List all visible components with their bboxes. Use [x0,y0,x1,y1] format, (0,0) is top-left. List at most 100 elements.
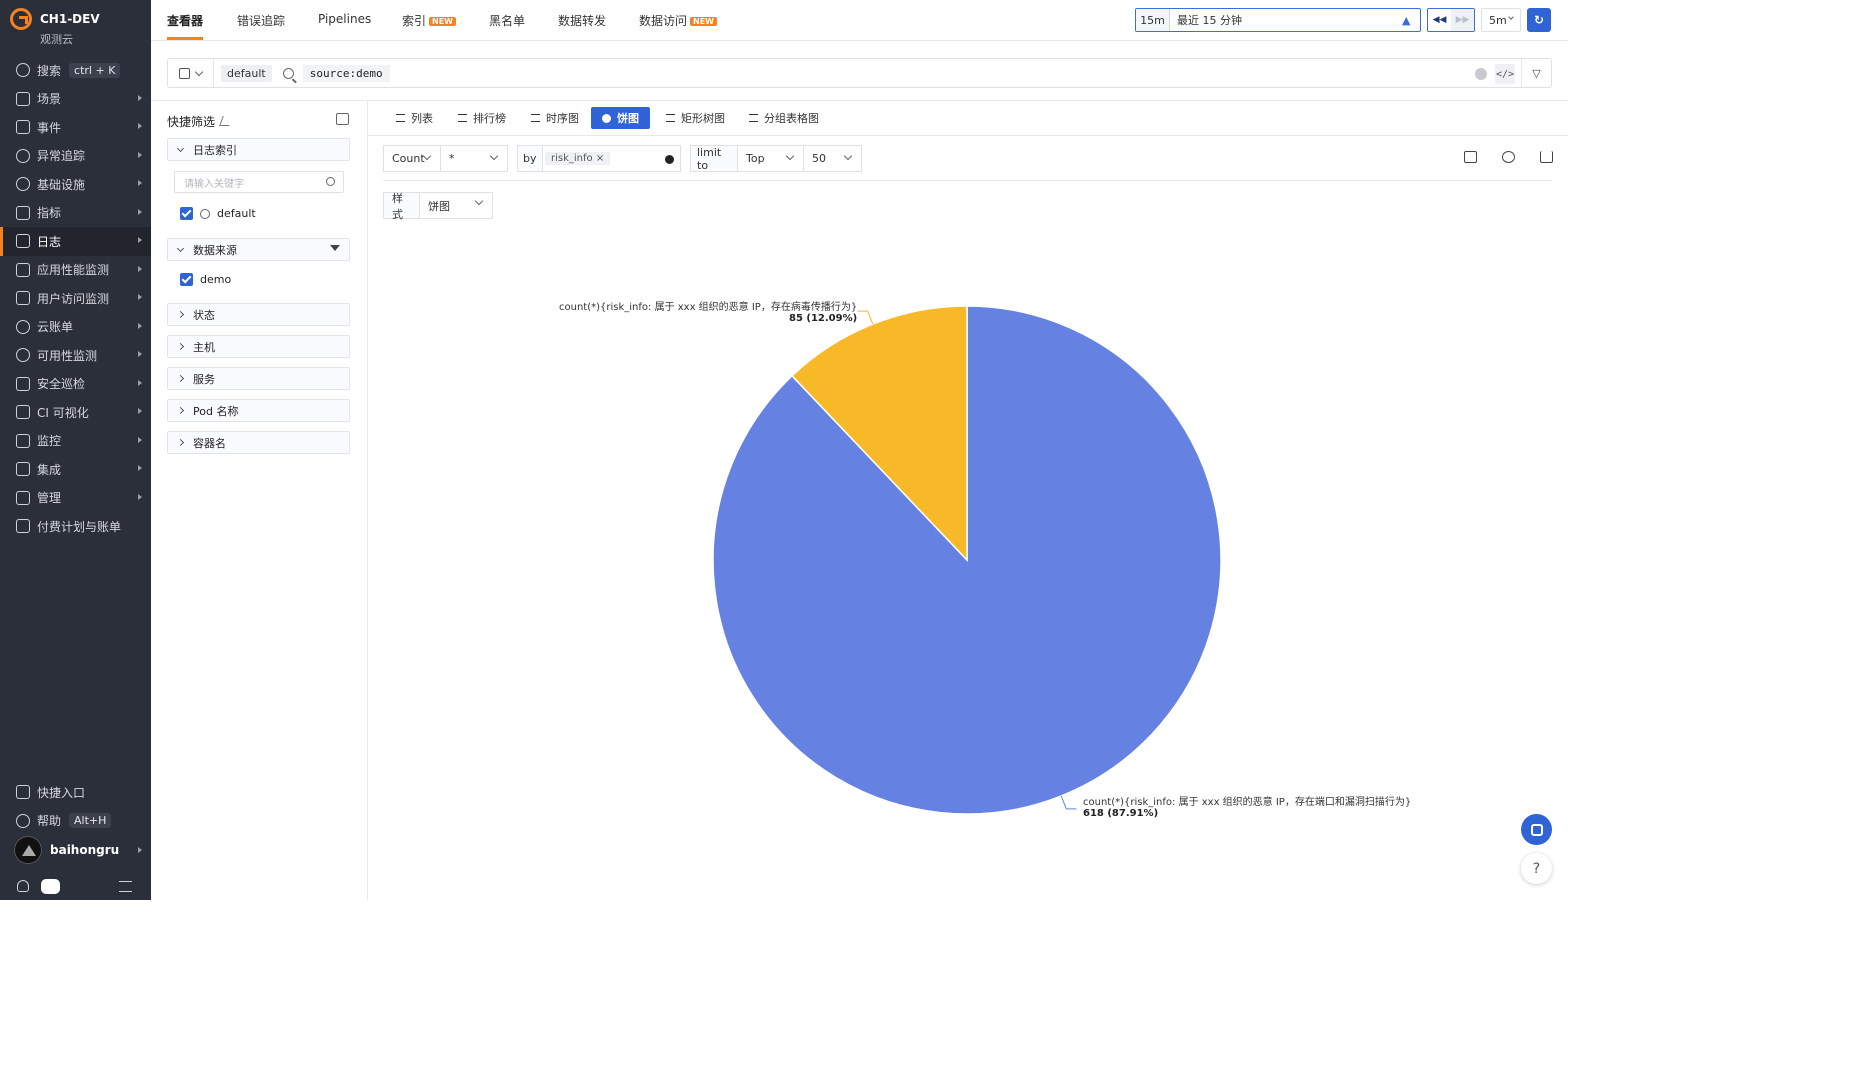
refresh-interval-select[interactable]: 5m [1481,8,1521,32]
filter-group-pod[interactable]: Pod 名称 [167,399,350,422]
help-button[interactable]: ? [1521,853,1552,884]
table-view-icon[interactable] [1464,151,1477,163]
sidebar-item-rum[interactable]: 用户访问监测 [0,284,151,313]
code-toggle-button[interactable]: </> [1495,64,1515,84]
clear-icon[interactable] [665,155,674,164]
filter-group-host[interactable]: 主机 [167,335,350,358]
sidebar-item-apm[interactable]: 应用性能监测 [0,256,151,285]
group-by-tag[interactable]: risk_info × [545,152,611,165]
shortcut-key: K [108,63,116,77]
tab-label: 黑名单 [489,14,526,28]
sidebar-item-billing[interactable]: 付费计划与账单 [0,512,151,541]
slice-label-small: count(*){risk_info: 属于 xxx 组织的恶意 IP，存在病毒… [559,298,857,324]
slice-value-text: 618 (87.91%) [1083,808,1159,819]
edit-icon[interactable] [219,116,233,126]
cloud-icon [16,319,30,334]
sidebar-item-manage[interactable]: 管理 [0,484,151,513]
style-value: 饼图 [428,199,450,213]
chevron-right-icon [176,310,185,319]
tab-group-table[interactable]: 分组表格图 [738,107,830,129]
tab-label: 排行榜 [473,112,506,125]
tab-pie[interactable]: 饼图 [591,107,650,129]
filter-option-default[interactable]: default [180,207,256,220]
tab-label: 时序图 [546,112,579,125]
palette-icon[interactable] [1502,151,1515,163]
filter-settings-button[interactable]: ▽ [1521,59,1551,87]
sidebar-item-events[interactable]: 事件 [0,113,151,142]
tab-list[interactable]: 列表 [385,107,444,129]
tab-label: 数据转发 [558,14,607,28]
user-menu[interactable]: baihongru [14,836,119,864]
sidebar-item-label: 事件 [37,120,62,135]
sidebar-item-ci[interactable]: CI 可视化 [0,398,151,427]
limit-count-select[interactable]: 50 [804,145,862,172]
workspace-switcher[interactable]: CH1-DEV 观测云 [10,8,100,47]
refresh-button[interactable]: ↻ [1527,8,1551,32]
sidebar-item-cloud-bill[interactable]: 云账单 [0,313,151,342]
tab-viewer[interactable]: 查看器 [167,12,204,40]
limit-direction-select[interactable]: Top [738,145,804,172]
tab-data-access[interactable]: 数据访问 NEW [639,12,717,40]
sidebar-item-exception[interactable]: 异常追踪 [0,142,151,171]
filter-group-source[interactable]: 数据来源 [167,238,350,261]
sidebar-item-label: 场景 [37,92,62,107]
help[interactable]: 帮助 Alt+H [0,807,151,836]
collapse-menu-icon[interactable] [119,881,132,892]
list-icon [396,114,405,122]
group-by-input[interactable]: risk_info × [543,145,681,172]
forward-icon[interactable]: ▶▶ [1451,9,1474,31]
field-select[interactable]: * [441,145,508,172]
filter-group-container[interactable]: 容器名 [167,431,350,454]
sidebar-item-metrics[interactable]: 指标 [0,199,151,228]
sidebar-item-logs[interactable]: 日志 [0,227,151,256]
leader-line-1 [857,310,874,325]
sidebar-item-integration[interactable]: 集成 [0,455,151,484]
tab-label: 错误追踪 [237,14,286,28]
filter-option-demo[interactable]: demo [180,273,231,286]
sidebar-item-security[interactable]: 安全巡检 [0,370,151,399]
apm-icon [16,262,30,277]
sidebar-footer [0,874,151,900]
tab-blacklist[interactable]: 黑名单 [489,12,525,40]
panel-title: 快捷筛选 [167,113,233,130]
tab-data-forward[interactable]: 数据转发 [558,12,606,40]
filter-group-service[interactable]: 服务 [167,367,350,390]
checkbox-checked[interactable] [180,273,193,286]
style-select[interactable]: 饼图 [420,192,493,219]
sidebar-item-infra[interactable]: 基础设施 [0,170,151,199]
time-range-picker[interactable]: 15m 最近 15 分钟 ▲ [1135,8,1421,32]
tab-pipelines[interactable]: Pipelines [318,12,371,40]
user-icon[interactable] [17,880,29,892]
index-selector[interactable] [168,59,214,87]
filter-group-index[interactable]: 日志索引 [167,138,350,161]
quick-filter-panel: 快捷筛选 日志索引 请输入关键字 default 数据来源 demo 状态 主机… [151,101,368,900]
checkbox-checked[interactable] [180,207,193,220]
filter-group-status[interactable]: 状态 [167,303,350,326]
tab-timeseries[interactable]: 时序图 [520,107,590,129]
pin-icon[interactable]: ▲ [1402,14,1414,27]
sidebar-item-monitor[interactable]: 监控 [0,427,151,456]
keyword-search-input[interactable]: 请输入关键字 [174,171,344,193]
filter-option-label: default [217,207,256,220]
export-icon[interactable] [1540,151,1553,163]
search-input[interactable]: source:demo [302,64,390,82]
rewind-icon[interactable]: ◀◀ [1428,9,1451,31]
tab-treemap[interactable]: 矩形树图 [655,107,736,129]
quick-entry[interactable]: 快捷入口 [0,778,151,807]
sidebar-item-scene[interactable]: 场景 [0,85,151,114]
tab-index[interactable]: 索引 NEW [402,12,456,40]
collapse-panel-icon[interactable] [336,113,349,125]
filter-clear-icon[interactable] [330,245,340,251]
bot-icon[interactable] [41,879,60,894]
filter-group-label: 主机 [193,340,215,354]
assistant-button[interactable] [1521,814,1552,845]
sidebar-item-availability[interactable]: 可用性监测 [0,341,151,370]
sidebar-item-search[interactable]: 搜索 ctrl + K [0,56,151,85]
tab-toplist[interactable]: 排行榜 [447,107,517,129]
index-pill[interactable]: default [221,64,272,82]
tab-error-tracking[interactable]: 错误追踪 [237,12,285,40]
sidebar-item-label: 云账单 [37,320,74,335]
aggregation-select[interactable]: Count [383,145,441,172]
sidebar-item-label: 安全巡检 [37,377,86,392]
clear-icon[interactable] [1475,68,1487,80]
